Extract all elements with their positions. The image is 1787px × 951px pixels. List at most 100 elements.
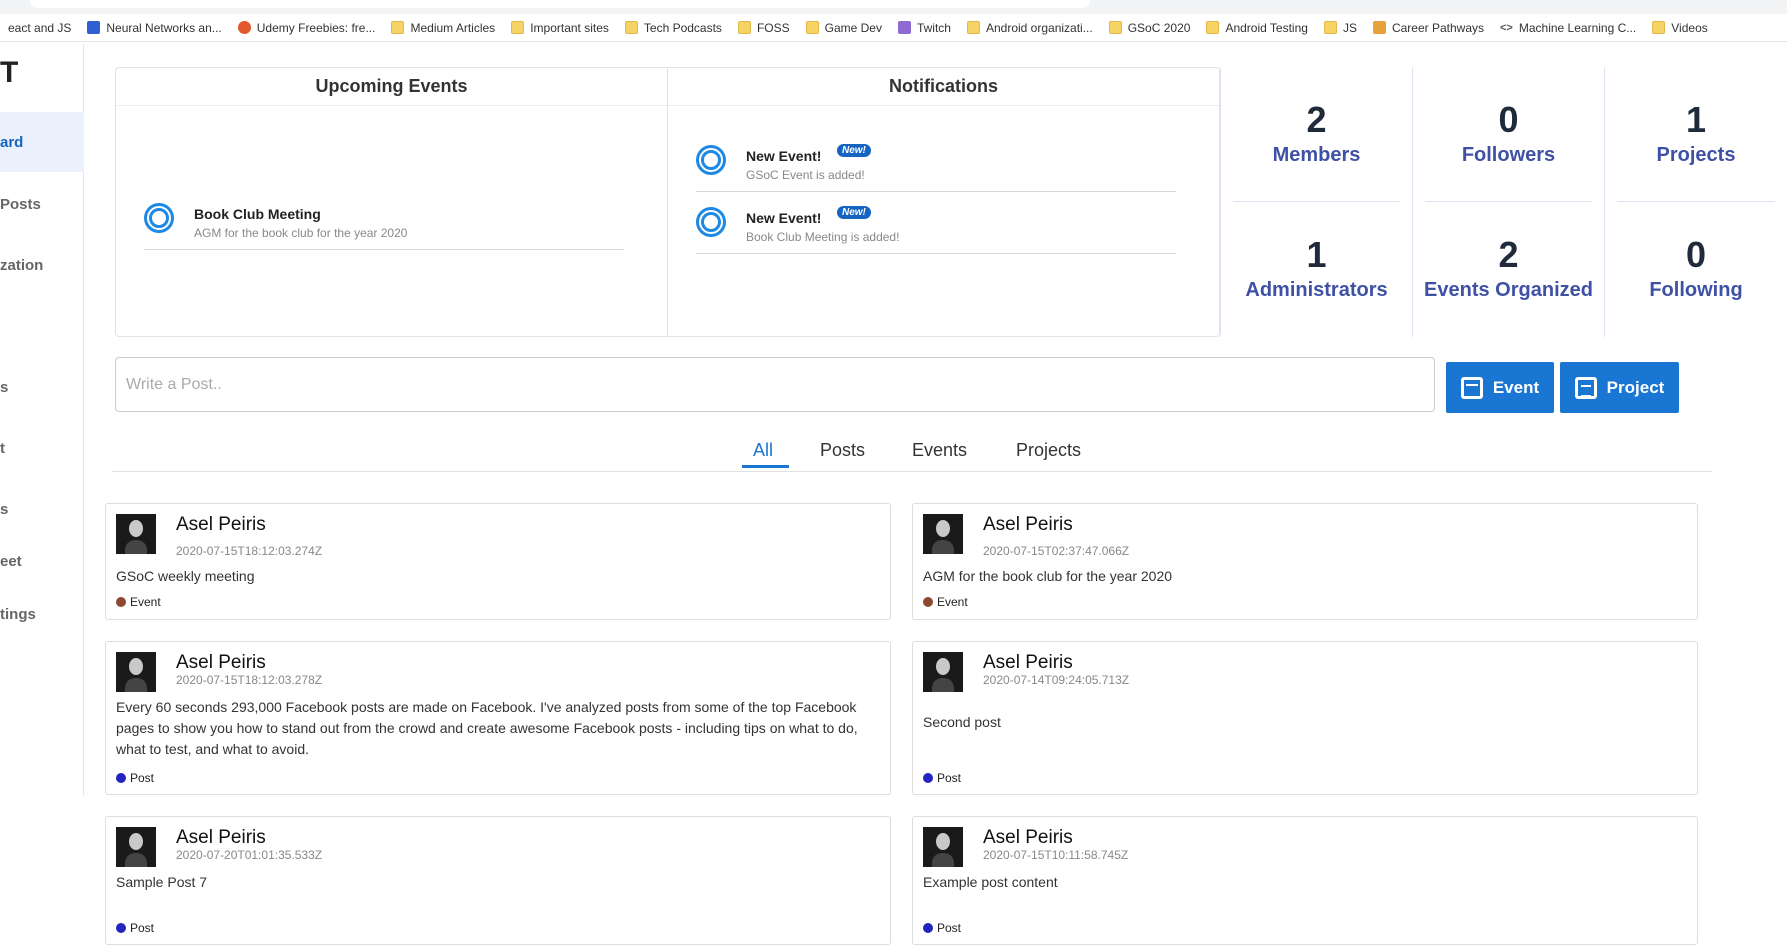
sidebar-item-dashboard[interactable]: ard bbox=[0, 112, 84, 172]
stat-label: Followers bbox=[1461, 144, 1556, 166]
post-dot-icon bbox=[116, 773, 126, 783]
post-card[interactable]: Asel Peiris 2020-07-15T02:37:47.066Z AGM… bbox=[912, 503, 1698, 620]
notification-icon bbox=[696, 207, 726, 237]
sidebar-item-6[interactable]: s bbox=[0, 479, 84, 539]
stat-value: 1 bbox=[1685, 99, 1707, 140]
sidebar-item-4[interactable]: s bbox=[0, 357, 84, 417]
stat-projects: 1 Projects bbox=[1604, 67, 1787, 202]
reddit-icon bbox=[237, 21, 251, 34]
post-card[interactable]: Asel Peiris 2020-07-20T01:01:35.533Z Sam… bbox=[105, 816, 891, 945]
folder-icon bbox=[1323, 21, 1337, 34]
bookmark-item[interactable]: JS bbox=[1316, 14, 1365, 41]
folder-icon bbox=[1206, 21, 1220, 34]
post-card[interactable]: Asel Peiris 2020-07-14T09:24:05.713Z Sec… bbox=[912, 641, 1698, 795]
post-content: Second post bbox=[923, 714, 1001, 730]
avatar[interactable] bbox=[923, 827, 963, 867]
new-badge: New! bbox=[837, 206, 871, 219]
folder-icon bbox=[737, 21, 751, 34]
bookmark-item[interactable]: Tech Podcasts bbox=[617, 14, 730, 41]
post-author[interactable]: Asel Peiris bbox=[983, 514, 1073, 536]
infinity-icon bbox=[87, 21, 101, 34]
post-card[interactable]: Asel Peiris 2020-07-15T18:12:03.278Z Eve… bbox=[105, 641, 891, 795]
upcoming-event-item[interactable]: Book Club Meeting AGM for the book club … bbox=[144, 188, 624, 250]
event-title: Book Club Meeting bbox=[194, 206, 321, 222]
bookmark-item[interactable]: Neural Networks an... bbox=[79, 14, 229, 41]
bookmark-item[interactable]: Android Testing bbox=[1198, 14, 1316, 41]
post-author[interactable]: Asel Peiris bbox=[983, 652, 1073, 674]
event-description: AGM for the book club for the year 2020 bbox=[194, 226, 408, 240]
avatar[interactable] bbox=[116, 827, 156, 867]
event-icon bbox=[144, 203, 174, 233]
events-notifications-card: Upcoming Events Book Club Meeting AGM fo… bbox=[115, 67, 1220, 337]
stat-events-organized: 2 Events Organized bbox=[1412, 202, 1604, 337]
post-type-tag: Event bbox=[923, 595, 968, 609]
sidebar-item-posts[interactable]: Posts bbox=[0, 174, 84, 234]
post-type-tag: Post bbox=[116, 921, 154, 935]
folder-icon bbox=[1652, 21, 1666, 34]
bookmark-item[interactable]: GSoC 2020 bbox=[1101, 14, 1199, 41]
bookmark-item[interactable]: Twitch bbox=[890, 14, 959, 41]
post-card[interactable]: Asel Peiris 2020-07-15T10:11:58.745Z Exa… bbox=[912, 816, 1698, 945]
address-bar[interactable] bbox=[30, 0, 1090, 8]
stat-following: 0 Following bbox=[1604, 202, 1787, 337]
bookmark-item[interactable]: FOSS bbox=[730, 14, 798, 41]
sidebar: T ard Posts zation s t s eet tings bbox=[0, 44, 84, 796]
avatar[interactable] bbox=[116, 514, 156, 554]
post-author[interactable]: Asel Peiris bbox=[983, 827, 1073, 849]
stat-members: 2 Members bbox=[1220, 67, 1412, 202]
tab-events[interactable]: Events bbox=[912, 440, 967, 461]
notification-item[interactable]: New Event! New! Book Club Meeting is add… bbox=[696, 192, 1176, 254]
post-timestamp: 2020-07-20T01:01:35.533Z bbox=[176, 848, 323, 862]
bookmark-item[interactable]: eact and JS bbox=[0, 14, 79, 41]
stat-label: Following bbox=[1649, 279, 1743, 301]
tab-posts[interactable]: Posts bbox=[820, 440, 865, 461]
folder-icon bbox=[966, 21, 980, 34]
bookmark-item[interactable]: Android organizati... bbox=[959, 14, 1101, 41]
sidebar-item-organization[interactable]: zation bbox=[0, 235, 84, 295]
tab-all[interactable]: All bbox=[753, 440, 773, 461]
sidebar-item-tweet[interactable]: eet bbox=[0, 531, 84, 591]
bookmark-item[interactable]: Videos bbox=[1644, 14, 1715, 41]
post-author[interactable]: Asel Peiris bbox=[176, 827, 266, 849]
notification-description: GSoC Event is added! bbox=[746, 168, 865, 182]
sidebar-item-5[interactable]: t bbox=[0, 418, 84, 478]
notifications-title: Notifications bbox=[668, 68, 1219, 106]
bookmark-item[interactable]: Important sites bbox=[503, 14, 617, 41]
sidebar-item-settings[interactable]: tings bbox=[0, 584, 84, 644]
stat-value: 0 bbox=[1685, 234, 1707, 275]
notification-title: New Event! bbox=[746, 210, 822, 226]
post-dot-icon bbox=[923, 773, 933, 783]
bookmark-item[interactable]: Medium Articles bbox=[383, 14, 503, 41]
post-author[interactable]: Asel Peiris bbox=[176, 652, 266, 674]
post-content: GSoC weekly meeting bbox=[116, 568, 255, 584]
browser-tab-strip bbox=[0, 0, 1787, 14]
post-timestamp: 2020-07-14T09:24:05.713Z bbox=[983, 673, 1130, 687]
create-project-button[interactable]: Project bbox=[1560, 362, 1679, 413]
avatar[interactable] bbox=[923, 652, 963, 692]
post-type-tag: Post bbox=[923, 771, 961, 785]
tab-projects[interactable]: Projects bbox=[1016, 440, 1081, 461]
avatar[interactable] bbox=[923, 514, 963, 554]
bookmark-item[interactable]: Game Dev bbox=[798, 14, 890, 41]
post-card[interactable]: Asel Peiris 2020-07-15T18:12:03.274Z GSo… bbox=[105, 503, 891, 620]
post-content: Example post content bbox=[923, 874, 1058, 890]
feed-tabs: All Posts Events Projects bbox=[112, 430, 1712, 472]
post-type-tag: Post bbox=[116, 771, 154, 785]
create-event-button[interactable]: Event bbox=[1446, 362, 1554, 413]
stat-value: 2 bbox=[1306, 99, 1327, 140]
post-author[interactable]: Asel Peiris bbox=[176, 514, 266, 536]
clipboard-icon bbox=[1574, 376, 1597, 399]
post-timestamp: 2020-07-15T18:12:03.278Z bbox=[176, 673, 323, 687]
avatar[interactable] bbox=[116, 652, 156, 692]
upcoming-events-panel: Upcoming Events Book Club Meeting AGM fo… bbox=[116, 68, 668, 336]
bookmark-item[interactable]: Udemy Freebies: fre... bbox=[230, 14, 384, 41]
stats-grid: 2 Members 0 Followers 1 Projects 1 Administr… bbox=[1220, 67, 1787, 337]
write-post-input[interactable] bbox=[115, 357, 1435, 412]
bookmark-item[interactable]: Career Pathways bbox=[1365, 14, 1492, 41]
stat-value: 1 bbox=[1306, 234, 1327, 275]
notification-item[interactable]: New Event! New! GSoC Event is added! bbox=[696, 130, 1176, 192]
post-type-tag: Post bbox=[923, 921, 961, 935]
post-content: Sample Post 7 bbox=[116, 874, 208, 890]
bookmark-item[interactable]: <> Machine Learning C... bbox=[1492, 14, 1644, 41]
stat-label: Events Organized bbox=[1424, 279, 1593, 301]
